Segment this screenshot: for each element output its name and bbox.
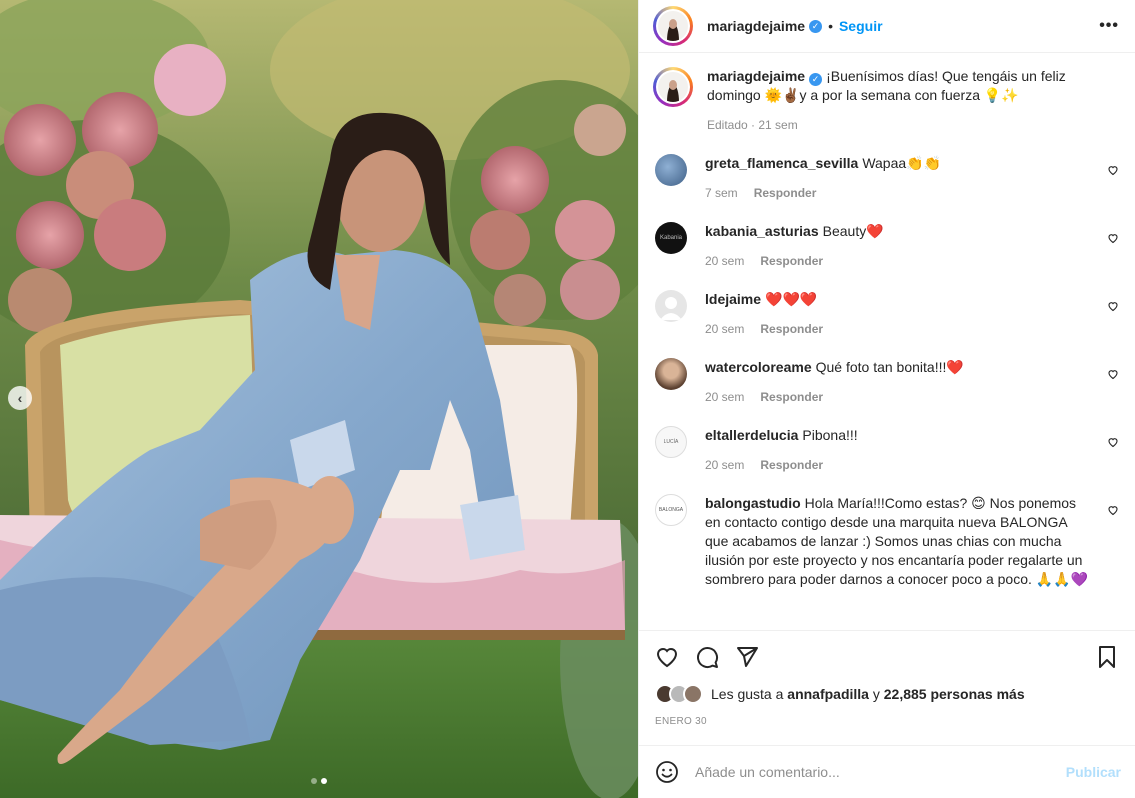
commenter-avatar[interactable]: Kabania (655, 222, 687, 254)
likes-summary: Les gusta a annafpadilla y 22,885 person… (655, 684, 1119, 704)
comment-time[interactable]: 20 sem (705, 390, 744, 404)
comment-item: BALONGA balongastudio Hola María!!!Como e… (653, 494, 1121, 589)
comment-time[interactable]: 20 sem (705, 322, 744, 336)
caption-meta: Editado · 21 sem (707, 118, 798, 132)
comment-like-icon[interactable] (1107, 368, 1119, 380)
bookmark-icon[interactable] (1095, 645, 1119, 669)
carousel-dot (311, 778, 317, 784)
post-caption: mariagdejaime ✓ ¡Buenísimos días! Que teng… (653, 67, 1121, 132)
carousel-dots (0, 778, 638, 784)
comment-like-icon[interactable] (1107, 164, 1119, 176)
commenter-avatar-text: Kabania (659, 235, 683, 241)
commenter-avatar[interactable] (655, 290, 687, 322)
reply-button[interactable]: Responder (760, 458, 823, 472)
comment-text: Pibona!!! (802, 427, 858, 443)
commenter-avatar[interactable]: LUCÍA (655, 426, 687, 458)
comment-username[interactable]: balongastudio (705, 495, 801, 511)
photo-image (0, 0, 638, 798)
carousel-dot-active (321, 778, 327, 784)
likes-user[interactable]: annafpadilla (787, 686, 869, 702)
emoji-icon[interactable] (655, 760, 679, 784)
comment-item: LUCÍA eltallerdelucia Pibona!!! 20 sem Res… (653, 426, 1121, 472)
share-icon[interactable] (735, 645, 759, 669)
comment-username[interactable]: watercoloreame (705, 359, 812, 375)
post-actions: Les gusta a annafpadilla y 22,885 person… (639, 630, 1135, 745)
likes-prefix: Les gusta a (711, 686, 784, 702)
comment-text: ❤️❤️❤️ (765, 291, 818, 307)
reply-button[interactable]: Responder (760, 322, 823, 336)
commenter-avatar-text: BALONGA (658, 507, 684, 513)
reply-button[interactable]: Responder (760, 390, 823, 404)
follow-button[interactable]: Seguir (839, 18, 883, 34)
comment-item: greta_flamenca_sevilla Wapaa👏👏 7 sem Respo… (653, 154, 1121, 200)
commenter-avatar[interactable] (655, 154, 687, 186)
publish-button[interactable]: Publicar (1066, 764, 1121, 780)
comments-list[interactable]: mariagdejaime ✓ ¡Buenísimos días! Que teng… (639, 53, 1135, 630)
commenter-avatar-text: LUCÍA (663, 439, 679, 445)
comment-input[interactable] (695, 764, 1066, 780)
post-header: mariagdejaime ✓ • Seguir ••• (639, 0, 1135, 53)
comment-text: Beauty❤️ (822, 223, 884, 239)
comment-item: ldejaime ❤️❤️❤️ 20 sem Responder (653, 290, 1121, 336)
comment-username[interactable]: greta_flamenca_sevilla (705, 155, 858, 171)
comment-text: Wapaa👏👏 (862, 155, 942, 171)
comment-time[interactable]: 7 sem (705, 186, 738, 200)
comment-like-icon[interactable] (1107, 504, 1119, 516)
chevron-left-icon: ‹ (17, 390, 23, 406)
comment-icon[interactable] (695, 645, 719, 669)
comment-username[interactable]: kabania_asturias (705, 223, 819, 239)
commenter-avatar[interactable]: BALONGA (655, 494, 687, 526)
add-comment-bar: Publicar (639, 745, 1135, 798)
comment-item: watercoloreame Qué foto tan bonita!!!❤️ 2… (653, 358, 1121, 404)
caption-avatar[interactable] (653, 67, 693, 107)
comment-text: Qué foto tan bonita!!!❤️ (815, 359, 964, 375)
reply-button[interactable]: Responder (760, 254, 823, 268)
likes-connector: y (872, 686, 880, 702)
comment-item: Kabania kabania_asturias Beauty❤️ 20 sem R… (653, 222, 1121, 268)
comment-like-icon[interactable] (1107, 436, 1119, 448)
commenter-avatar[interactable] (655, 358, 687, 390)
post-panel: mariagdejaime ✓ • Seguir ••• mariagdejai… (638, 0, 1135, 798)
verified-icon: ✓ (809, 73, 823, 86)
caption-username[interactable]: mariagdejaime (707, 68, 805, 84)
liker-avatars[interactable] (655, 684, 703, 704)
verified-icon: ✓ (809, 19, 823, 33)
comment-like-icon[interactable] (1107, 232, 1119, 244)
post-date[interactable]: ENERO 30 (655, 716, 1119, 727)
author-avatar[interactable] (653, 6, 693, 46)
post-photo[interactable]: ‹ (0, 0, 638, 798)
author-username[interactable]: mariagdejaime (707, 18, 805, 34)
comment-username[interactable]: ldejaime (705, 291, 761, 307)
reply-button[interactable]: Responder (754, 186, 817, 200)
comment-username[interactable]: eltallerdelucia (705, 427, 798, 443)
comment-like-icon[interactable] (1107, 300, 1119, 312)
comment-time[interactable]: 20 sem (705, 254, 744, 268)
more-icon[interactable]: ••• (1099, 17, 1119, 35)
comment-time[interactable]: 20 sem (705, 458, 744, 472)
header-separator: • (828, 18, 833, 34)
carousel-prev-button[interactable]: ‹ (8, 386, 32, 410)
heart-icon[interactable] (655, 645, 679, 669)
likes-count[interactable]: 22,885 personas más (884, 686, 1025, 702)
